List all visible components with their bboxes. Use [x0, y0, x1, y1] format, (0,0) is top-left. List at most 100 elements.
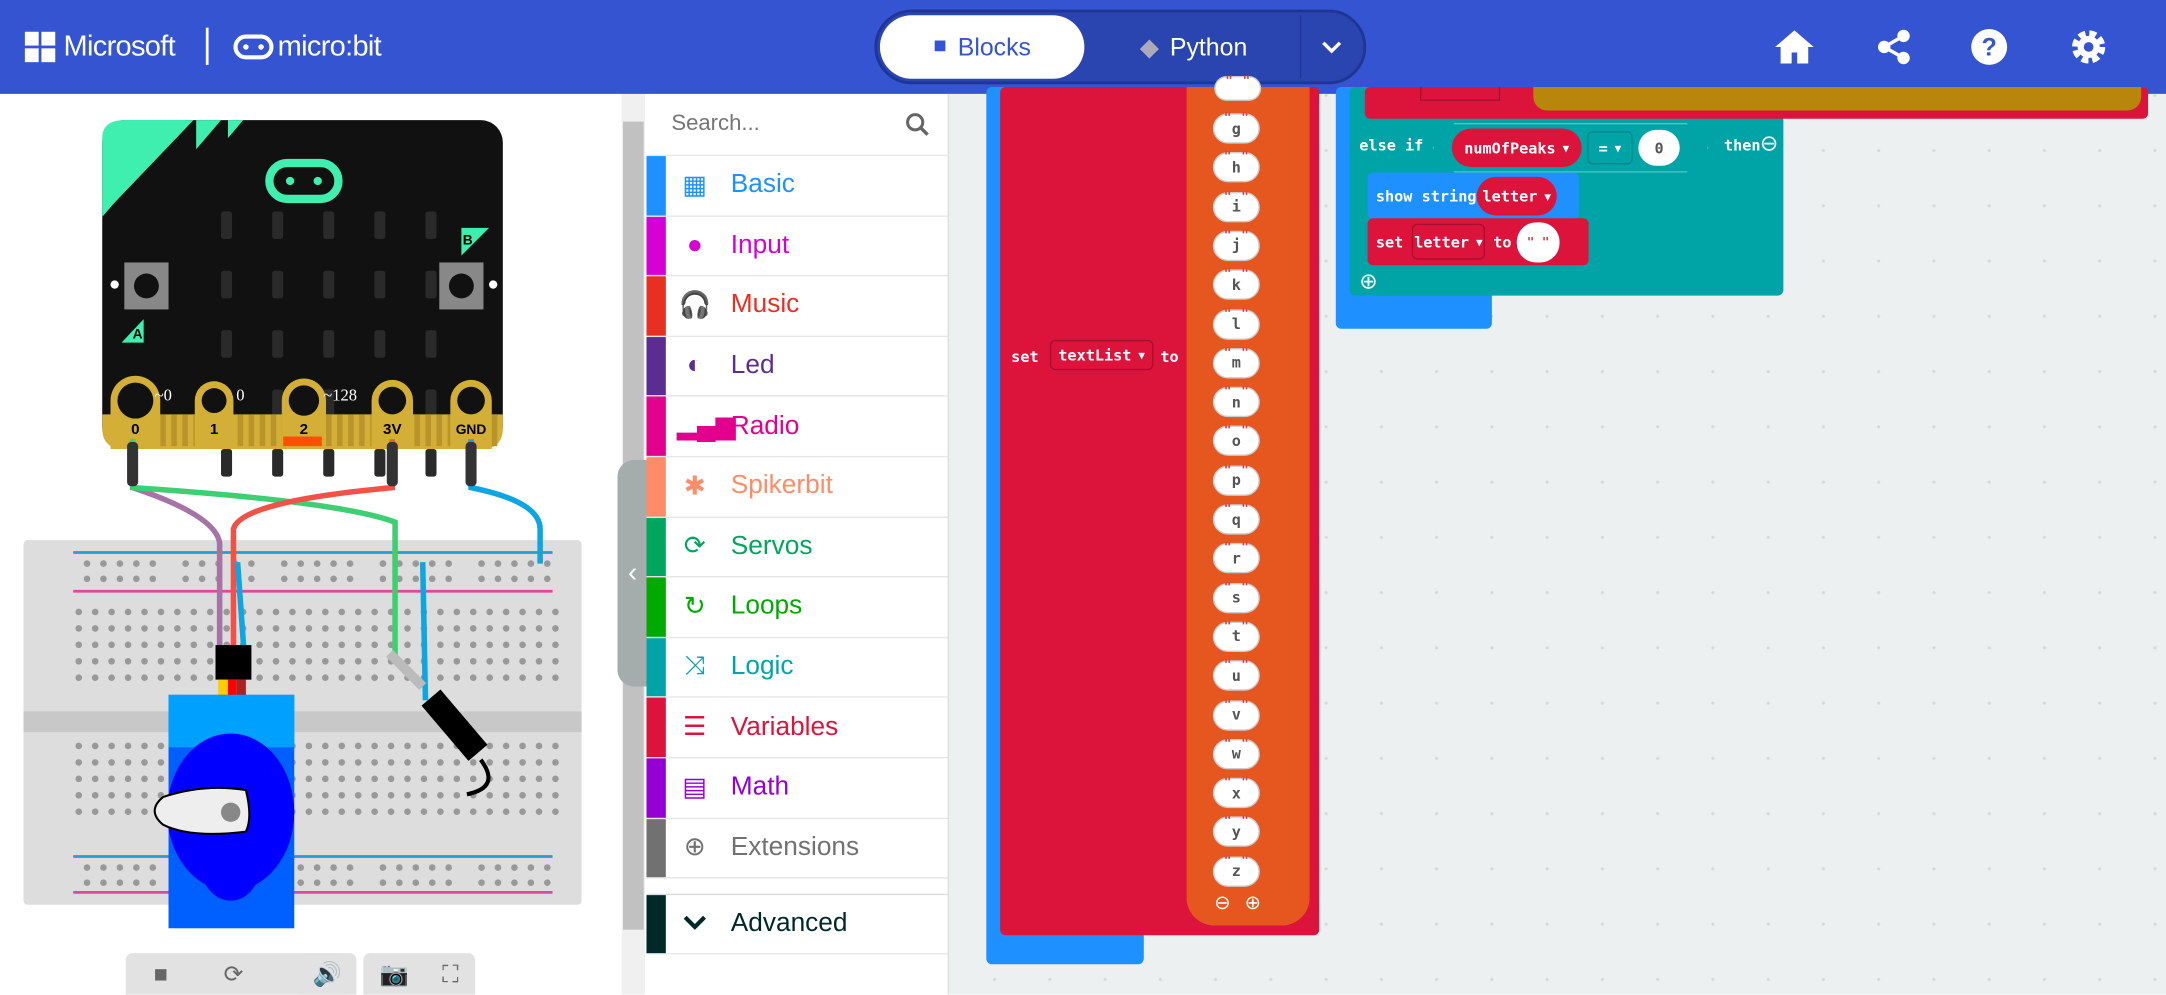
toolbox-category-loops[interactable]: ↻ Loops — [646, 577, 948, 638]
blocks-workspace[interactable]: set textList▼ t o ghijklmnopqrstuvwxyz ⊖ … — [949, 75, 2166, 995]
category-color — [646, 156, 666, 215]
letter-variable[interactable]: letter ▼ — [1476, 176, 1557, 216]
category-icon: ⟳ — [683, 532, 706, 562]
svg-text:1: 1 — [210, 421, 219, 438]
letter-pill[interactable]: u — [1212, 659, 1260, 691]
led — [221, 330, 233, 358]
share-icon[interactable] — [1870, 23, 1917, 70]
remove-else-if-icon[interactable]: ⊖ — [1760, 130, 1779, 158]
category-icon: ▂▄▆ — [676, 411, 736, 441]
letter-pill[interactable]: y — [1212, 816, 1260, 848]
remove-item-icon[interactable]: ⊖ — [1214, 891, 1230, 914]
category-color — [646, 336, 666, 396]
add-item-icon[interactable]: ⊕ — [1245, 891, 1261, 914]
simulator-panel: A B ~0 0 ~128 0 1 2 3V GND — [0, 93, 622, 995]
letter-pill[interactable]: g — [1212, 112, 1260, 144]
python-label: Python — [1169, 32, 1248, 61]
toolbox-category-input[interactable]: ● Input — [646, 216, 948, 277]
number-input[interactable]: 0 — [1638, 129, 1680, 166]
letter-pill[interactable]: l — [1212, 307, 1260, 340]
button-b[interactable] — [439, 262, 484, 310]
python-mode-button[interactable]: ◆ Python — [1090, 15, 1297, 79]
brand-label: Microsoft — [63, 30, 176, 63]
toolbox-category-basic[interactable]: ▦ Basic — [646, 156, 948, 217]
led — [323, 211, 335, 239]
string-input[interactable]: " " — [1516, 222, 1560, 263]
led — [425, 448, 437, 477]
operator-value: = — [1598, 138, 1608, 157]
letter-pill[interactable]: o — [1212, 425, 1260, 457]
toolbox-category-logic[interactable]: ⤨ Logic — [646, 637, 948, 699]
toolbox-category-music[interactable]: 🎧 Music — [646, 276, 948, 337]
letter-pill[interactable]: s — [1212, 581, 1260, 613]
fullscreen-icon[interactable]: ⛶ — [442, 961, 458, 989]
letter-pill[interactable]: h — [1212, 151, 1260, 183]
svg-text:3V: 3V — [383, 421, 402, 438]
letter-pill-partial[interactable] — [1214, 75, 1262, 101]
led — [272, 389, 284, 418]
category-color — [646, 637, 666, 697]
led — [221, 211, 233, 239]
variable-dropdown[interactable]: textList ▼ — [1049, 339, 1154, 371]
category-label: Basic — [730, 170, 795, 200]
show-string-block[interactable]: show string letter ▼ — [1367, 172, 1579, 220]
toolbox-category-led[interactable]: ◐ Led — [646, 336, 948, 397]
led — [221, 270, 233, 299]
letter-pill[interactable]: m — [1212, 346, 1260, 379]
home-icon[interactable] — [1771, 23, 1818, 70]
svg-text:~0: ~0 — [155, 386, 172, 405]
svg-text:A: A — [133, 325, 143, 341]
toolbox-category-servos[interactable]: ⟳ Servos — [646, 517, 948, 578]
letter-pill[interactable]: w — [1212, 737, 1260, 770]
letter-pill[interactable]: q — [1212, 503, 1260, 535]
button-a[interactable] — [124, 262, 169, 310]
help-icon[interactable]: ? — [1966, 23, 2013, 70]
blocks-mode-button[interactable]: ■ Blocks — [879, 15, 1085, 79]
letter-pill[interactable]: r — [1212, 542, 1260, 574]
microsoft-logo[interactable]: Microsoft — [24, 30, 176, 63]
category-icon: ● — [686, 230, 703, 260]
letter-pill[interactable]: t — [1212, 620, 1260, 652]
condition-block[interactable] — [1364, 87, 2149, 119]
screenshot-icon[interactable]: 📷 — [380, 961, 409, 989]
category-label: Spikerbit — [730, 471, 833, 501]
letter-pill[interactable]: k — [1212, 268, 1260, 301]
puzzle-icon: ■ — [933, 34, 947, 59]
svg-text:0: 0 — [236, 386, 244, 405]
toolbox-category-advanced[interactable]: Advanced — [646, 893, 948, 955]
simulator-board[interactable]: A B ~0 0 ~128 0 1 2 3V GND — [0, 94, 622, 950]
toolbox-category-extensions[interactable]: ⊕ Extensions — [646, 818, 948, 879]
category-label: Logic — [730, 652, 794, 682]
letter-pill[interactable]: i — [1212, 190, 1260, 222]
letter-pill[interactable]: x — [1212, 776, 1260, 809]
sound-button[interactable]: 🔊 — [298, 953, 357, 995]
letter-pill[interactable]: p — [1212, 464, 1260, 496]
category-color — [646, 216, 666, 276]
toolbox-category-math[interactable]: ▤ Math — [646, 758, 948, 819]
operator-dropdown[interactable]: = ▼ — [1587, 131, 1633, 165]
array-of-block[interactable]: ghijklmnopqrstuvwxyz ⊖ ⊕ — [1186, 87, 1310, 926]
toolbox-category-spikerbit[interactable]: ✱ Spikerbit — [646, 457, 948, 518]
search-icon[interactable] — [905, 112, 930, 137]
stop-icon[interactable]: ■ — [154, 961, 168, 989]
set-label: set — [1011, 348, 1039, 367]
search-input[interactable] — [671, 111, 879, 137]
set-letter-block[interactable]: set letter ▼ to " " — [1367, 218, 1589, 266]
led — [425, 330, 437, 358]
variable-dropdown[interactable]: letter ▼ — [1411, 223, 1485, 260]
settings-icon[interactable] — [2065, 23, 2112, 70]
letter-pill[interactable]: v — [1212, 698, 1260, 731]
toolbox-category-radio[interactable]: ▂▄▆ Radio — [646, 396, 948, 458]
numofpeaks-variable[interactable]: numOfPeaks ▼ — [1451, 128, 1582, 168]
microbit-logo[interactable]: micro:bit — [233, 30, 382, 63]
restart-icon[interactable]: ⟳ — [224, 961, 244, 989]
add-else-if-icon[interactable]: ⊕ — [1359, 268, 1378, 296]
category-color — [646, 577, 666, 637]
collapse-simulator-button[interactable]: ‹ — [617, 459, 648, 687]
letter-pill[interactable]: n — [1212, 386, 1260, 418]
toolbox-category-variables[interactable]: ☰ Variables — [646, 698, 948, 759]
letter-pill[interactable]: j — [1212, 229, 1260, 261]
variable-name: textList — [1058, 346, 1132, 364]
mode-dropdown-chevron-icon[interactable] — [1299, 15, 1361, 79]
letter-pill[interactable]: z — [1212, 855, 1260, 887]
